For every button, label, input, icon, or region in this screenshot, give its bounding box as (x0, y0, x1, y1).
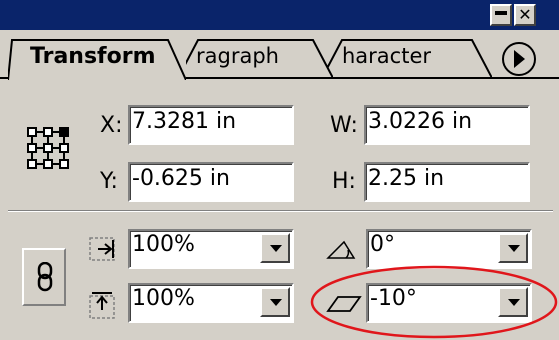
transform-panel: ✕ haracter ragraph Transform X: 7.3281 i… (0, 0, 559, 340)
shear-value: -10° (370, 286, 417, 311)
vertical-scale-dropdown-button[interactable] (260, 287, 290, 317)
w-field[interactable]: 3.0226 in (364, 105, 530, 145)
vertical-scale-value: 100% (132, 286, 195, 311)
shear-angle-icon (326, 296, 362, 312)
tab-character-label: haracter (342, 44, 432, 68)
shear-combo[interactable]: -10° (366, 283, 532, 323)
constrain-proportions-button[interactable] (22, 248, 66, 306)
chevron-down-icon (508, 299, 520, 306)
w-value: 3.0226 in (368, 109, 473, 134)
tab-transform-label: Transform (30, 44, 156, 69)
chevron-down-icon (270, 245, 282, 252)
h-value: 2.25 in (368, 166, 445, 191)
h-field[interactable]: 2.25 in (364, 162, 530, 202)
minimize-icon (495, 11, 507, 15)
chevron-down-icon (508, 245, 520, 252)
chevron-down-icon (270, 299, 282, 306)
rotate-combo[interactable]: 0° (366, 229, 532, 269)
chain-link-icon (37, 262, 53, 292)
close-button[interactable]: ✕ (514, 4, 536, 26)
tab-paragraph-label: ragraph (196, 44, 279, 68)
rotate-angle-icon (326, 240, 356, 259)
vertical-scale-icon (89, 292, 115, 319)
y-value: -0.625 in (132, 166, 230, 191)
horizontal-scale-icon (89, 237, 115, 261)
panel-title-bar: ✕ (0, 0, 559, 30)
rotate-dropdown-button[interactable] (498, 233, 528, 263)
horizontal-scale-combo[interactable]: 100% (128, 229, 294, 269)
reference-point-icon[interactable] (26, 126, 70, 170)
tab-transform[interactable]: Transform (8, 38, 186, 80)
minimize-button[interactable] (490, 4, 512, 26)
h-label: H: (332, 169, 356, 194)
x-field[interactable]: 7.3281 in (128, 105, 294, 145)
w-label: W: (330, 113, 358, 138)
section-divider (8, 210, 553, 212)
tab-strip: haracter ragraph Transform (0, 30, 559, 92)
shear-dropdown-button[interactable] (498, 287, 528, 317)
tab-baseline (0, 77, 559, 79)
y-field[interactable]: -0.625 in (128, 162, 294, 202)
tab-paragraph[interactable]: ragraph (178, 38, 333, 78)
x-value: 7.3281 in (132, 109, 237, 134)
y-label: Y: (100, 169, 118, 194)
horizontal-scale-value: 100% (132, 232, 195, 257)
rotate-value: 0° (370, 232, 395, 257)
panel-menu-button[interactable] (502, 42, 536, 76)
horizontal-scale-dropdown-button[interactable] (260, 233, 290, 263)
close-icon: ✕ (518, 5, 532, 24)
tab-character[interactable]: haracter (322, 38, 492, 78)
right-arrow-icon (514, 50, 525, 68)
x-label: X: (100, 113, 123, 138)
vertical-scale-combo[interactable]: 100% (128, 283, 294, 323)
